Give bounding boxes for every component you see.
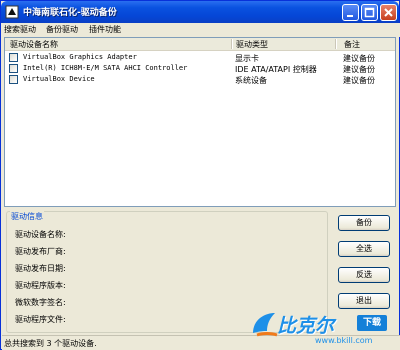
watermark: 比克尔 下载 www.bkill.com: [249, 309, 399, 349]
row-checkbox[interactable]: [9, 75, 18, 84]
column-header-type[interactable]: 驱动类型: [236, 39, 268, 50]
window-title: 中海南联石化-驱动备份: [23, 8, 117, 18]
column-divider[interactable]: [231, 39, 233, 49]
watermark-url: www.bkill.com: [315, 336, 373, 345]
release-date-label: 驱动发布日期:: [15, 264, 66, 273]
driver-note: 建议备份: [343, 76, 375, 85]
row-checkbox[interactable]: [9, 53, 18, 62]
main-window: 中海南联石化-驱动备份 搜索驱动 备份驱动 插件功能 驱动设备名称 驱动类型 备…: [0, 0, 400, 350]
maximize-button[interactable]: [361, 4, 378, 21]
driver-name: VirtualBox Device: [23, 75, 95, 83]
invert-selection-button[interactable]: 反选: [338, 267, 390, 283]
driver-list[interactable]: 驱动设备名称 驱动类型 备注 VirtualBox Graphics Adapt…: [4, 37, 396, 207]
list-header: 驱动设备名称 驱动类型 备注: [5, 38, 395, 51]
menu-plugins[interactable]: 插件功能: [89, 24, 121, 35]
menu-search-drivers[interactable]: 搜索驱动: [4, 24, 36, 35]
watermark-brand: 比克尔: [277, 315, 335, 337]
driver-info-title: 驱动信息: [10, 211, 44, 222]
column-divider[interactable]: [335, 39, 337, 49]
title-bar[interactable]: 中海南联石化-驱动备份: [1, 1, 399, 23]
watermark-badge: 下载: [357, 315, 387, 331]
driver-file-label: 驱动程序文件:: [15, 315, 66, 324]
row-checkbox[interactable]: [9, 64, 18, 73]
driver-name: VirtualBox Graphics Adapter: [23, 53, 137, 61]
table-row[interactable]: VirtualBox Graphics Adapter 显示卡 建议备份: [5, 52, 395, 63]
vendor-label: 驱动发布厂商:: [15, 247, 66, 256]
signature-label: 微软数字签名:: [15, 298, 66, 307]
status-text: 总共搜索到 3 个驱动设备.: [4, 339, 97, 348]
menu-backup-drivers[interactable]: 备份驱动: [46, 24, 78, 35]
device-name-label: 驱动设备名称:: [15, 230, 66, 239]
watermark-logo-icon: [253, 313, 278, 337]
table-row[interactable]: Intel(R) ICH8M-E/M SATA AHCI Controller …: [5, 63, 395, 74]
backup-button[interactable]: 备份: [338, 215, 390, 231]
driver-type: 系统设备: [235, 76, 267, 85]
exit-button[interactable]: 退出: [338, 293, 390, 309]
column-header-name[interactable]: 驱动设备名称: [10, 39, 58, 50]
close-button[interactable]: [380, 4, 397, 21]
select-all-button[interactable]: 全选: [338, 241, 390, 257]
column-header-note[interactable]: 备注: [344, 39, 360, 50]
minimize-button[interactable]: [342, 4, 359, 21]
version-label: 驱动程序版本:: [15, 281, 66, 290]
menu-bar: 搜索驱动 备份驱动 插件功能: [2, 23, 400, 37]
table-row[interactable]: VirtualBox Device 系统设备 建议备份: [5, 74, 395, 85]
driver-name: Intel(R) ICH8M-E/M SATA AHCI Controller: [23, 64, 188, 72]
app-icon: [5, 5, 19, 19]
